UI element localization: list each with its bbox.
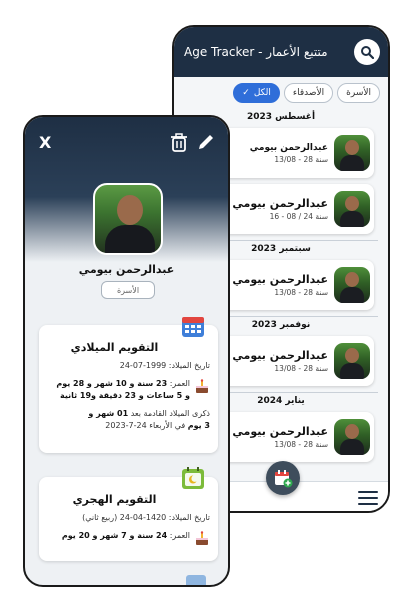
avatar bbox=[334, 267, 370, 303]
stage: Age Tracker - متتبع الأعمار الأسرة الأصد… bbox=[0, 0, 414, 611]
avatar bbox=[334, 343, 370, 379]
list-item-meta: 13/08 - 28 سنة bbox=[274, 288, 328, 297]
add-birthday-button[interactable] bbox=[266, 461, 300, 495]
hijri-section: التقويم الهجري تاريخ الميلاد: 1420-04-24… bbox=[39, 467, 218, 561]
profile-photo bbox=[93, 183, 163, 255]
gregorian-age-row: العمر: 23 سنة و 10 شهر و 28 يوم و 5 ساعا… bbox=[47, 378, 210, 402]
hijri-birth-date: تاريخ الميلاد: 1420-04-24 (ربيع ثاني) bbox=[82, 513, 210, 522]
next-birthday: ذكرى الميلاد القادمة بعد 01 شهر و 3 يوم … bbox=[88, 409, 210, 430]
next-section-icon bbox=[186, 575, 206, 585]
avatar bbox=[334, 191, 370, 227]
list-item-meta: 16 - 08 / 24 سنة bbox=[269, 212, 328, 221]
list-item-name: عبدالرحمن بيومي bbox=[232, 273, 328, 286]
search-button[interactable] bbox=[354, 39, 380, 65]
filter-family[interactable]: الأسرة bbox=[337, 83, 380, 103]
app-header: Age Tracker - متتبع الأعمار bbox=[174, 27, 388, 77]
list-item-name: عبدالرحمن بيومي bbox=[232, 197, 328, 210]
calendar-add-icon bbox=[275, 470, 293, 488]
detail-header: X bbox=[25, 117, 228, 262]
check-icon: ✓ bbox=[242, 88, 250, 98]
pencil-icon[interactable] bbox=[196, 132, 216, 152]
profile-name: عبدالرحمن بيومي bbox=[78, 263, 175, 276]
gregorian-birth-date: تاريخ الميلاد: 1999-07-24 bbox=[119, 361, 210, 370]
trash-icon[interactable] bbox=[170, 133, 188, 153]
detail-screen: X عبدالرحمن بيومي الأسرة التقويم الميلاد… bbox=[23, 115, 230, 587]
hijri-title: التقويم الهجري bbox=[72, 493, 157, 506]
crescent-calendar-icon bbox=[182, 467, 204, 489]
hijri-age-row: العمر: 24 سنة و 7 شهر و 20 يوم bbox=[47, 530, 210, 546]
list-item-meta: 13/08 - 28 سنة bbox=[274, 364, 328, 373]
close-icon[interactable]: X bbox=[39, 133, 51, 152]
app-title: Age Tracker - متتبع الأعمار bbox=[184, 45, 328, 59]
search-icon bbox=[361, 46, 374, 59]
list-item-meta: 13/08 - 28 سنة bbox=[274, 154, 328, 164]
filter-chips: الأسرة الأصدقاء ✓ الكل bbox=[184, 83, 380, 103]
filter-all[interactable]: ✓ الكل bbox=[233, 83, 280, 103]
profile-tag: الأسرة bbox=[101, 281, 155, 299]
calendar-icon bbox=[182, 317, 204, 337]
filter-friends[interactable]: الأصدقاء bbox=[283, 83, 334, 103]
list-item-meta: 13/08 - 28 سنة bbox=[274, 440, 328, 449]
gregorian-title: التقويم الميلادي bbox=[70, 341, 159, 354]
menu-icon[interactable] bbox=[358, 491, 378, 505]
avatar bbox=[334, 135, 370, 171]
filter-all-label: الكل bbox=[253, 88, 271, 98]
list-item-name: عبدالرحمن بيومي bbox=[232, 425, 328, 438]
list-item-name: عبدالرحمن بيومي bbox=[232, 349, 328, 362]
cake-icon bbox=[196, 379, 208, 393]
avatar bbox=[334, 419, 370, 455]
gregorian-section: التقويم الميلادي تاريخ الميلاد: 1999-07-… bbox=[39, 317, 218, 453]
list-item-name: عبدالرحمن بيومي bbox=[249, 142, 328, 153]
cake-icon bbox=[196, 531, 208, 545]
